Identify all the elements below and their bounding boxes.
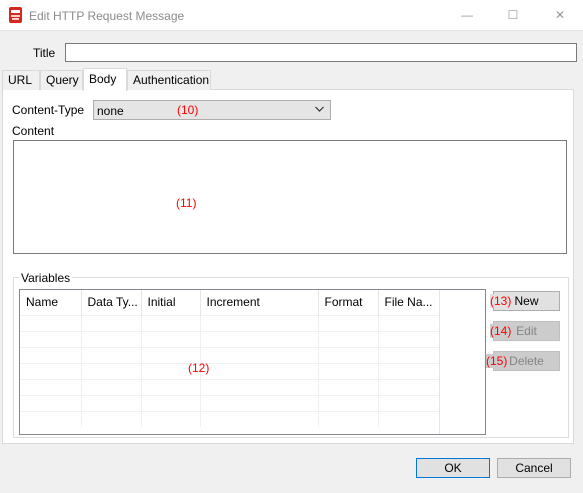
variables-table[interactable]: Name Data Ty... Initial Increment Format File…: [19, 289, 486, 435]
table-cell[interactable]: [20, 362, 82, 379]
table-cell[interactable]: [318, 378, 379, 395]
title-bar: Edit HTTP Request Message — ☐ ✕: [0, 0, 583, 31]
table-row[interactable]: [20, 314, 440, 331]
table-cell[interactable]: [378, 394, 440, 411]
content-textarea[interactable]: [13, 140, 567, 254]
column-header[interactable]: Initial: [141, 290, 201, 315]
table-filler-column: [439, 290, 485, 434]
table-cell[interactable]: [141, 410, 201, 427]
table-row[interactable]: [20, 362, 440, 379]
table-cell[interactable]: [20, 410, 82, 427]
table-cell[interactable]: [81, 362, 142, 379]
column-header[interactable]: Format: [318, 290, 379, 315]
annotation-12: (12): [188, 361, 210, 375]
table-cell[interactable]: [81, 378, 142, 395]
table-cell[interactable]: [20, 346, 82, 363]
app-icon: [9, 7, 22, 23]
content-type-select[interactable]: none: [93, 100, 331, 120]
content-label: Content: [12, 124, 55, 138]
cancel-button[interactable]: Cancel: [497, 458, 571, 478]
table-cell[interactable]: [200, 314, 319, 331]
table-row[interactable]: [20, 410, 440, 427]
table-cell[interactable]: [200, 346, 319, 363]
title-input[interactable]: [65, 43, 577, 62]
table-cell[interactable]: [20, 314, 82, 331]
annotation-11: (11): [176, 196, 197, 210]
close-button[interactable]: ✕: [537, 0, 583, 31]
table-cell[interactable]: [200, 410, 319, 427]
table-cell[interactable]: [141, 314, 201, 331]
annotation-10: (10): [177, 103, 199, 117]
annotation-14: (14): [490, 324, 512, 338]
table-cell[interactable]: [318, 346, 379, 363]
table-cell[interactable]: [141, 394, 201, 411]
table-cell[interactable]: [20, 330, 82, 347]
table-cell[interactable]: [318, 362, 379, 379]
tab-body[interactable]: Body: [83, 68, 127, 91]
window-title: Edit HTTP Request Message: [29, 9, 185, 23]
table-cell[interactable]: [318, 410, 379, 427]
content-type-value: none: [97, 104, 124, 118]
table-cell[interactable]: [318, 314, 379, 331]
table-row[interactable]: [20, 330, 440, 347]
table-cell[interactable]: [318, 394, 379, 411]
tab-url[interactable]: URL: [2, 70, 40, 90]
table-cell[interactable]: [200, 362, 319, 379]
table-cell[interactable]: [378, 410, 440, 427]
column-header[interactable]: File Na...: [378, 290, 440, 315]
table-cell[interactable]: [318, 330, 379, 347]
ok-button[interactable]: OK: [416, 458, 490, 478]
column-header[interactable]: Increment: [200, 290, 319, 315]
table-cell[interactable]: [378, 378, 440, 395]
table-cell[interactable]: [378, 314, 440, 331]
table-cell[interactable]: [200, 378, 319, 395]
table-cell[interactable]: [20, 394, 82, 411]
table-cell[interactable]: [378, 346, 440, 363]
table-cell[interactable]: [81, 394, 142, 411]
variables-label: Variables: [19, 271, 73, 285]
annotation-13: (13): [490, 294, 512, 308]
table-cell[interactable]: [81, 346, 142, 363]
table-cell[interactable]: [378, 330, 440, 347]
minimize-button[interactable]: —: [444, 0, 490, 31]
table-row[interactable]: [20, 378, 440, 395]
column-header[interactable]: Data Ty...: [81, 290, 142, 315]
chevron-down-icon: [315, 106, 324, 112]
column-header[interactable]: Name: [20, 290, 82, 315]
content-type-label: Content-Type: [12, 103, 85, 117]
tab-query[interactable]: Query: [40, 70, 83, 90]
table-row[interactable]: [20, 394, 440, 411]
title-label: Title: [33, 46, 56, 60]
table-cell[interactable]: [200, 330, 319, 347]
table-row[interactable]: [20, 346, 440, 363]
table-cell[interactable]: [141, 330, 201, 347]
table-cell[interactable]: [81, 314, 142, 331]
annotation-15: (15): [486, 354, 508, 368]
table-cell[interactable]: [378, 362, 440, 379]
table-cell[interactable]: [20, 378, 82, 395]
table-cell[interactable]: [81, 410, 142, 427]
table-cell[interactable]: [81, 330, 142, 347]
maximize-button[interactable]: ☐: [490, 0, 536, 31]
table-cell[interactable]: [200, 394, 319, 411]
tab-authentication[interactable]: Authentication: [127, 70, 211, 90]
table-cell[interactable]: [141, 378, 201, 395]
